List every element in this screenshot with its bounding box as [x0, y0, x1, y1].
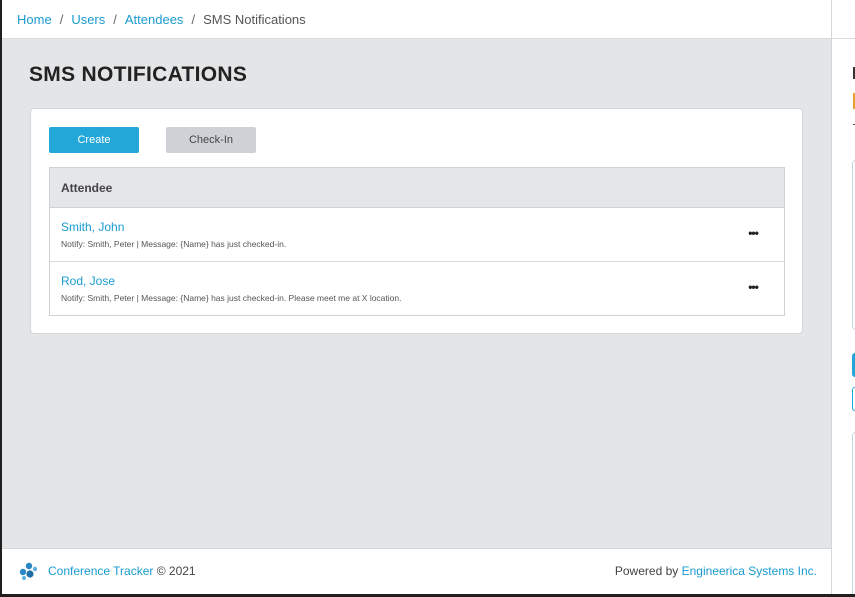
notifications-table: Attendee Smith, John Notify: Smith, Pete… [49, 167, 785, 316]
breadcrumb-separator: / [191, 11, 196, 27]
side-panel-header [832, 0, 855, 39]
check-in-button[interactable]: Check-In [166, 127, 256, 153]
footer: Conference Tracker © 2021 Powered by Eng… [2, 548, 831, 594]
breadcrumb-current: SMS Notifications [203, 11, 306, 27]
footer-right: Powered by Engineerica Systems Inc. [615, 564, 817, 578]
more-actions-icon[interactable]: ••• [744, 224, 762, 242]
conference-tracker-link[interactable]: Conference Tracker [48, 564, 153, 578]
side-panel [831, 0, 855, 597]
app-frame: Home / Users / Attendees / SMS Notificat… [2, 0, 831, 594]
attendee-name-link[interactable]: Smith, John [61, 220, 124, 234]
conference-tracker-logo-icon [18, 561, 38, 581]
attendee-name-link[interactable]: Rod, Jose [61, 274, 115, 288]
breadcrumb-separator: / [59, 11, 64, 27]
breadcrumb-separator: / [113, 11, 117, 27]
page-title: SMS NOTIFICATIONS [29, 63, 248, 86]
breadcrumb-attendees-link[interactable]: Attendees [125, 12, 184, 27]
create-button[interactable]: Create [49, 127, 139, 153]
notification-detail: Notify: Smith, Peter | Message: {Name} h… [61, 239, 287, 249]
table-row: Rod, Jose Notify: Smith, Peter | Message… [50, 262, 784, 315]
table-header-attendee: Attendee [50, 168, 784, 208]
breadcrumb-users-link[interactable]: Users [71, 12, 105, 27]
breadcrumb-home-link[interactable]: Home [17, 12, 52, 27]
footer-left: Conference Tracker © 2021 [48, 564, 196, 578]
copyright-text: © 2021 [156, 564, 196, 578]
powered-by-text: Powered by [614, 564, 679, 578]
notification-detail: Notify: Smith, Peter | Message: {Name} h… [61, 293, 402, 303]
breadcrumb: Home / Users / Attendees / SMS Notificat… [2, 0, 831, 39]
notifications-card: Create Check-In Attendee Smith, John Not… [30, 108, 803, 334]
company-link[interactable]: Engineerica Systems Inc. [682, 564, 817, 578]
more-actions-icon[interactable]: ••• [744, 278, 762, 296]
table-row: Smith, John Notify: Smith, Peter | Messa… [50, 208, 784, 262]
